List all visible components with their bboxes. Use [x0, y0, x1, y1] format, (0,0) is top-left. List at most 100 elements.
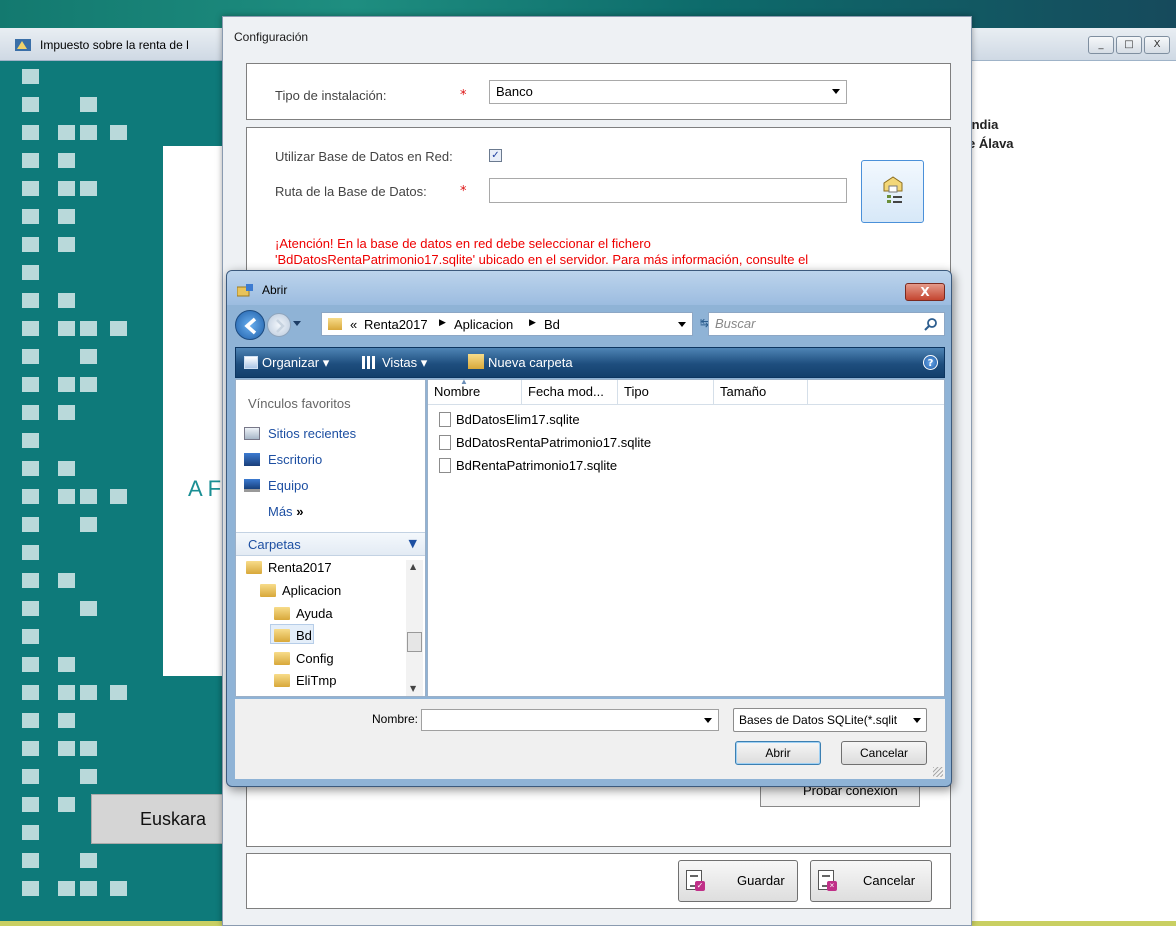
decorative-square: [80, 321, 97, 336]
chevron-down-icon[interactable]: [704, 718, 712, 723]
folder-browse-icon: [883, 176, 903, 203]
decorative-square: [58, 573, 75, 588]
back-button[interactable]: [235, 310, 265, 340]
tree-item-elitmp[interactable]: EliTmp: [274, 673, 336, 688]
decorative-square: [110, 881, 127, 896]
main-content-area: [163, 146, 223, 676]
file-row[interactable]: BdRentaPatrimonio17.sqlite: [439, 458, 617, 473]
search-icon: [924, 318, 937, 331]
cancel-button[interactable]: × Cancelar: [810, 860, 932, 902]
history-dropdown-icon[interactable]: [293, 321, 301, 326]
organize-label: Organizar: [262, 355, 320, 370]
decorative-square: [22, 377, 39, 392]
breadcrumb-separator-icon[interactable]: ▶: [529, 317, 536, 328]
decorative-square: [58, 125, 75, 140]
decorative-square: [22, 741, 39, 756]
folders-label: Carpetas: [248, 537, 301, 552]
sort-ascending-icon: ▲: [460, 377, 468, 386]
breadcrumb-overflow[interactable]: «: [350, 317, 357, 332]
file-icon: [439, 458, 451, 473]
decorative-square: [22, 825, 39, 840]
open-button[interactable]: Abrir: [735, 741, 821, 765]
use-network-db-checkbox[interactable]: ✓: [489, 149, 502, 162]
tree-item-bd[interactable]: Bd: [274, 628, 312, 643]
chevron-down-icon: [832, 89, 840, 94]
main-text-line-2: e Álava: [968, 136, 1014, 151]
decorative-square: [22, 209, 39, 224]
forward-button[interactable]: [267, 313, 291, 337]
db-path-input[interactable]: [489, 178, 847, 203]
file-row[interactable]: BdDatosRentaPatrimonio17.sqlite: [439, 435, 651, 450]
decorative-square: [58, 321, 75, 336]
computer-icon: [244, 479, 260, 492]
breadcrumb-bd[interactable]: Bd: [544, 317, 560, 332]
folder-icon: [260, 584, 276, 597]
breadcrumb-renta2017[interactable]: Renta2017: [364, 317, 428, 332]
file-name: BdRentaPatrimonio17.sqlite: [456, 458, 618, 473]
column-header-date[interactable]: Fecha mod...: [522, 380, 618, 404]
cancel-open-button[interactable]: Cancelar: [841, 741, 927, 765]
euskara-button[interactable]: Euskara: [91, 794, 223, 844]
address-bar[interactable]: « Renta2017 ▶ Aplicacion ▶ Bd: [321, 312, 693, 336]
decorative-square: [80, 741, 97, 756]
maximize-button[interactable]: □: [1116, 36, 1142, 54]
file-type-filter[interactable]: Bases de Datos SQLite(*.sqlit: [733, 708, 927, 732]
folder-tree-scrollbar[interactable]: ▲ ▼: [406, 560, 423, 696]
favorite-recent-places[interactable]: Sitios recientes: [244, 426, 356, 441]
tree-item-config[interactable]: Config: [274, 651, 334, 666]
tree-item-ayuda[interactable]: Ayuda: [274, 606, 333, 621]
decorative-square: [22, 69, 39, 84]
save-button[interactable]: ✓ Guardar: [678, 860, 798, 902]
breadcrumb-aplicacion[interactable]: Aplicacion: [454, 317, 513, 332]
decorative-square: [58, 153, 75, 168]
file-row[interactable]: BdDatosElim17.sqlite: [439, 412, 580, 427]
column-header-size[interactable]: Tamaño: [714, 380, 808, 404]
folders-header[interactable]: Carpetas ▼: [236, 532, 425, 556]
close-icon: ×: [827, 881, 837, 891]
scroll-up-icon[interactable]: ▲: [410, 562, 416, 571]
address-dropdown-icon[interactable]: [678, 322, 686, 327]
decorative-square: [22, 545, 39, 560]
decorative-square: [22, 237, 39, 252]
favorite-computer[interactable]: Equipo: [244, 478, 308, 493]
decorative-square: [22, 797, 39, 812]
save-label: Guardar: [737, 873, 785, 888]
filename-input[interactable]: [421, 709, 719, 731]
main-heading-fragment: A F: [188, 476, 222, 501]
column-label: Nombre: [434, 384, 481, 399]
favorite-desktop[interactable]: Escritorio: [244, 452, 322, 467]
decorative-square: [58, 797, 75, 812]
resize-grip[interactable]: [933, 767, 943, 777]
close-dialog-button[interactable]: X: [905, 283, 945, 301]
minimize-button[interactable]: _: [1088, 36, 1114, 54]
install-type-value: Banco: [496, 84, 533, 99]
main-window-title: Impuesto sobre la renta de l: [40, 38, 189, 52]
file-name: BdDatosRentaPatrimonio17.sqlite: [456, 435, 652, 450]
breadcrumb-separator-icon[interactable]: ▶: [439, 317, 446, 328]
close-button[interactable]: X: [1144, 36, 1170, 54]
browse-folder-button[interactable]: [861, 160, 924, 223]
search-input[interactable]: Buscar: [708, 312, 945, 336]
folder-icon: [274, 629, 290, 642]
open-file-dialog: Abrir X « Renta2017 ▶ Aplicacion ▶ Bd ↹ …: [226, 270, 952, 787]
more-favorites-link[interactable]: Más »: [268, 504, 303, 519]
file-list: Nombre ▲ Fecha mod... Tipo Tamaño BdDato…: [427, 377, 945, 697]
views-menu[interactable]: Vistas ▾: [382, 355, 427, 371]
decorative-square: [80, 489, 97, 504]
folder-icon: [246, 561, 262, 574]
scroll-down-icon[interactable]: ▼: [410, 684, 416, 693]
tree-item-label: Renta2017: [268, 560, 332, 575]
tree-item-aplicacion[interactable]: Aplicacion: [260, 583, 341, 598]
decorative-square: [22, 853, 39, 868]
help-icon[interactable]: ?: [923, 355, 938, 370]
column-header-type[interactable]: Tipo: [618, 380, 714, 404]
tree-item-renta2017[interactable]: Renta2017: [246, 560, 332, 575]
scrollbar-thumb[interactable]: [407, 632, 422, 652]
organize-menu[interactable]: Organizar ▾: [262, 355, 329, 371]
column-header-name[interactable]: Nombre ▲: [428, 377, 522, 404]
back-arrow-icon: [244, 317, 257, 335]
new-folder-button[interactable]: Nueva carpeta: [488, 355, 573, 370]
install-type-select[interactable]: Banco: [489, 80, 847, 104]
open-dialog-title: Abrir: [262, 283, 288, 297]
file-type-value: Bases de Datos SQLite(*.sqlit: [739, 713, 898, 727]
